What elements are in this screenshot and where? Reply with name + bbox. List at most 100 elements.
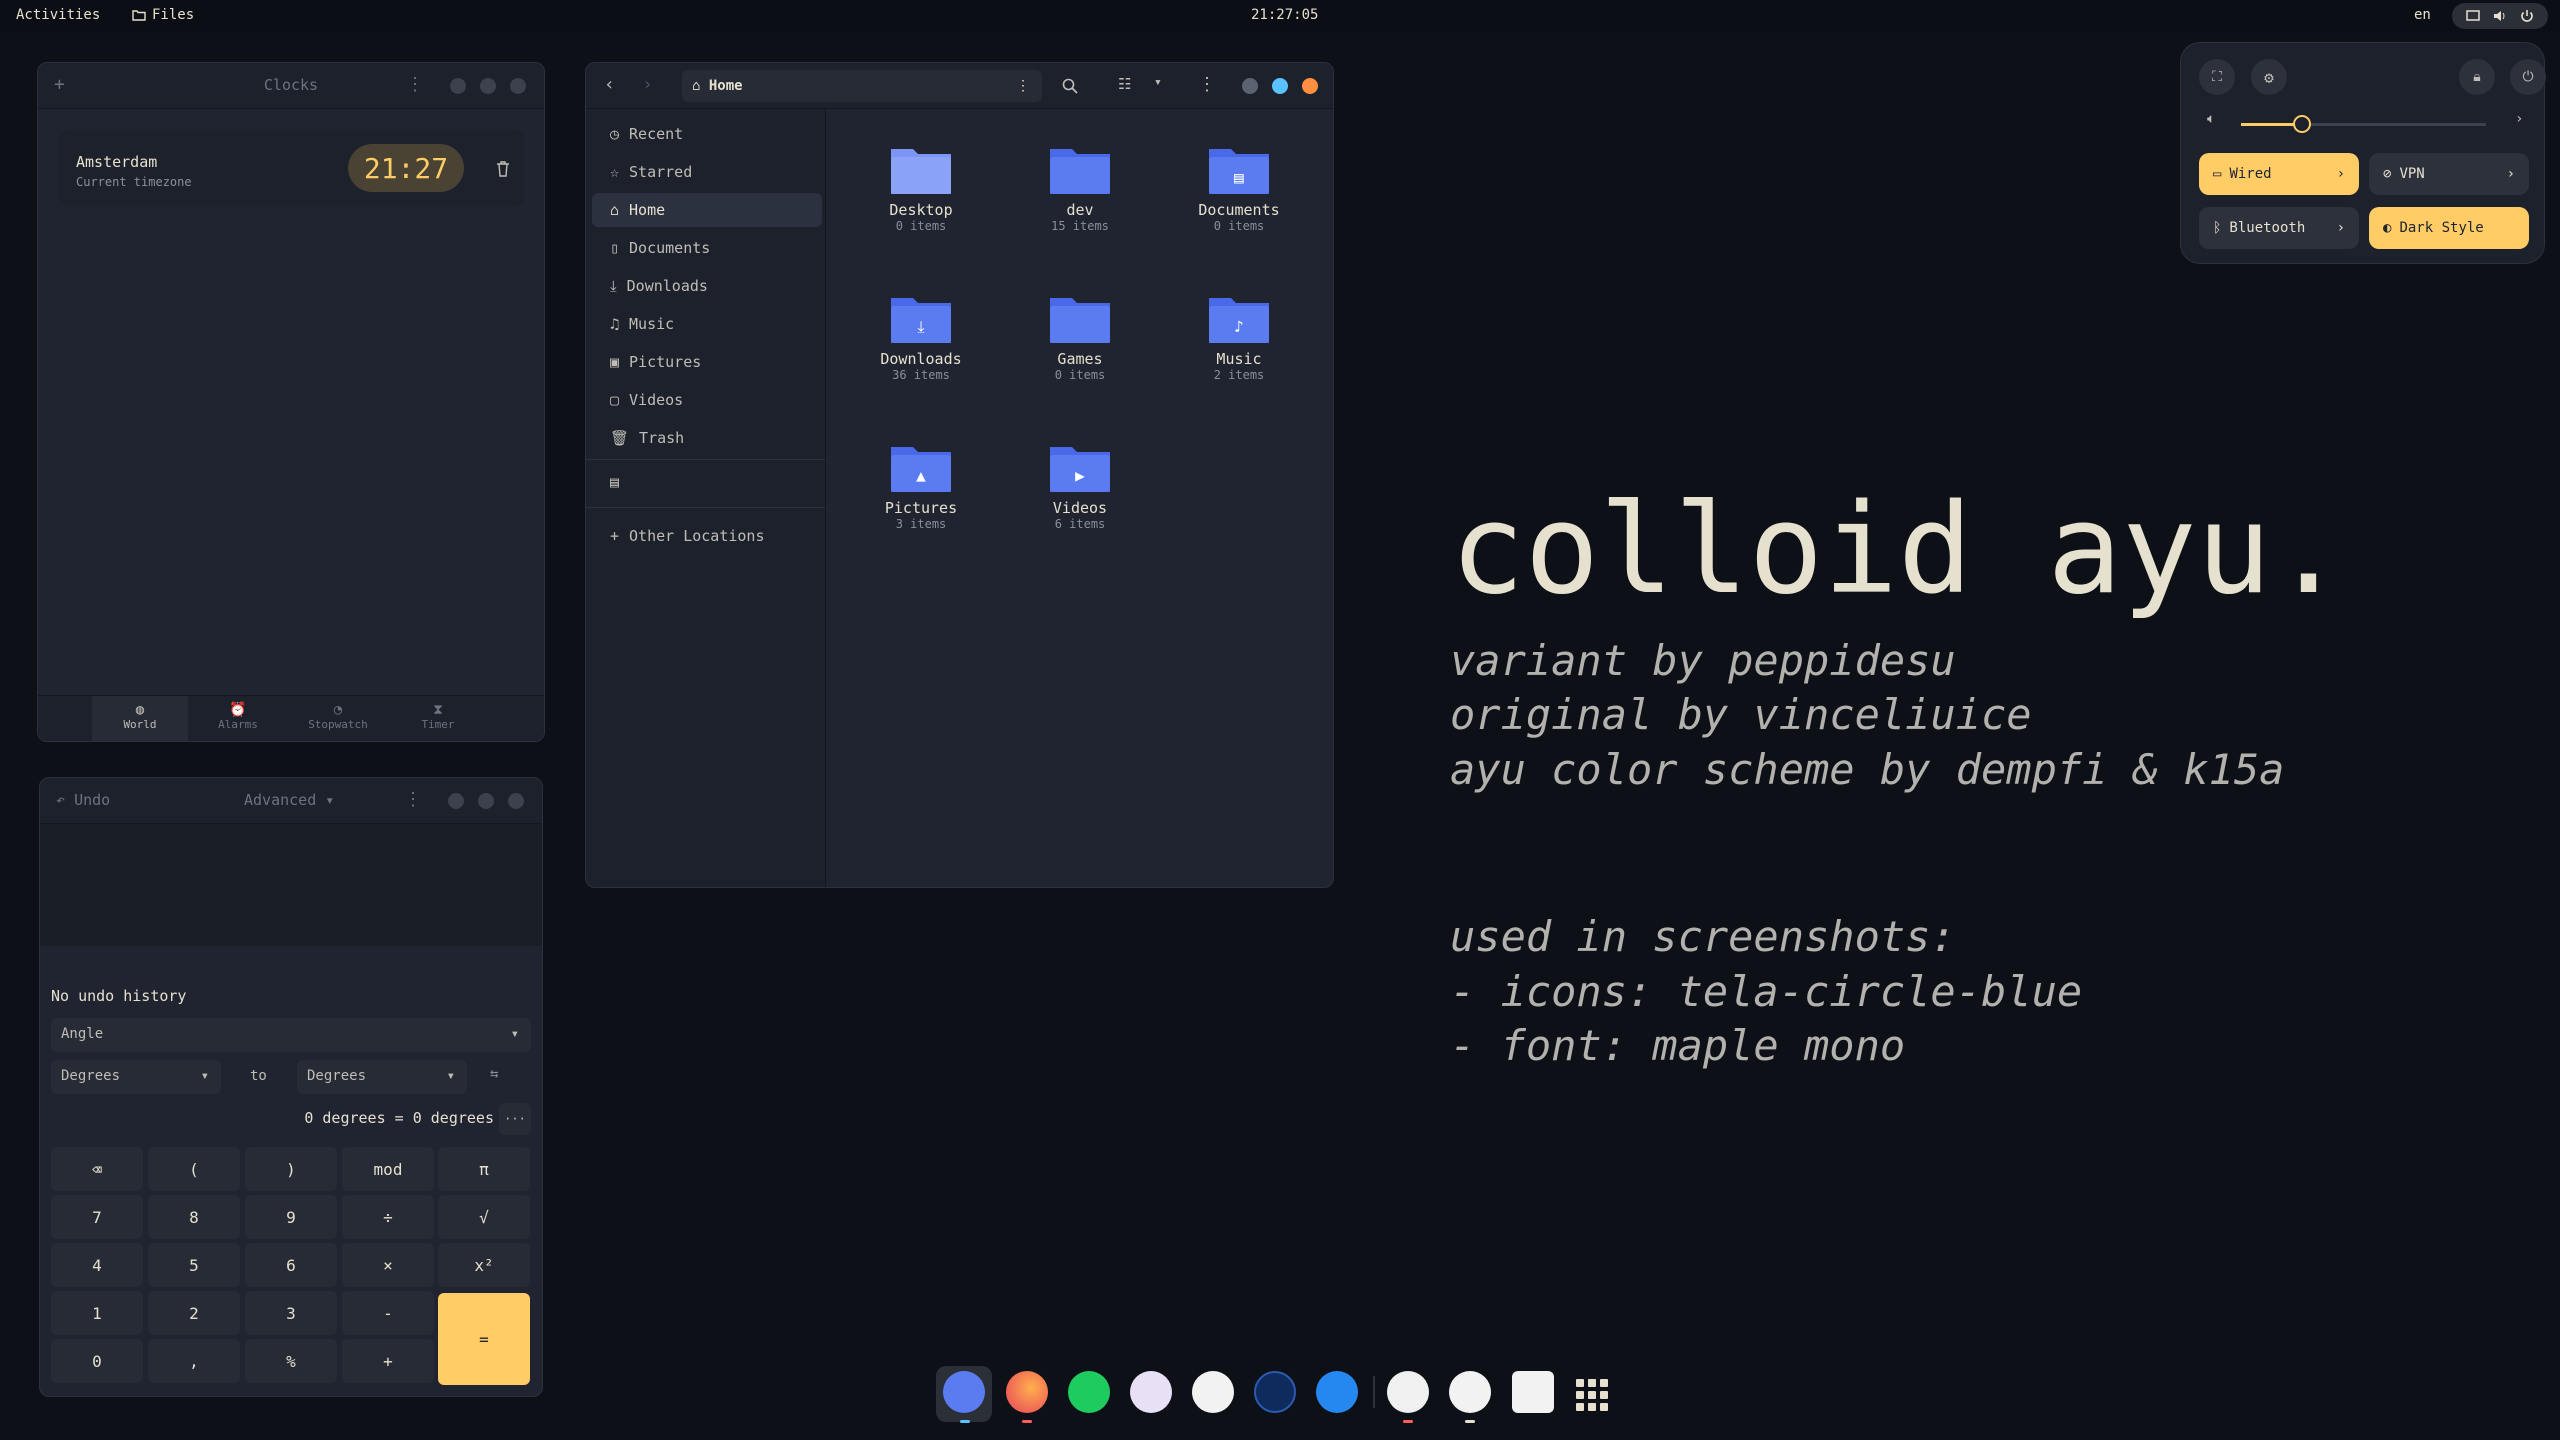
- dark-style-toggle[interactable]: ◐ Dark Style: [2369, 207, 2529, 249]
- swap-icon[interactable]: ⇆: [490, 1066, 498, 1082]
- sidebar-item-pictures[interactable]: ▣ Pictures: [592, 345, 822, 379]
- spotify-dock-icon[interactable]: [1068, 1371, 1110, 1413]
- sidebar-item-documents[interactable]: ▯ Documents: [592, 231, 822, 265]
- minimize-button[interactable]: [448, 793, 464, 809]
- sidebar-item-trash[interactable]: 🗑︎ Trash: [592, 421, 822, 455]
- to-unit-select[interactable]: Degrees ▾: [297, 1060, 467, 1094]
- system-menu[interactable]: [2452, 3, 2548, 29]
- forward-icon[interactable]: ›: [642, 74, 653, 95]
- keyboard-layout[interactable]: en: [2414, 7, 2431, 23]
- six-key[interactable]: 6: [245, 1243, 337, 1287]
- path-bar[interactable]: ⌂ Home ⋮: [682, 70, 1042, 102]
- firefox-dock-icon[interactable]: [1006, 1371, 1048, 1413]
- clock[interactable]: 21:27:05: [1251, 7, 1318, 23]
- menu-icon[interactable]: ⋮: [404, 789, 422, 810]
- tab-timer[interactable]: ⧗ Timer: [398, 696, 478, 731]
- sidebar-item-starred[interactable]: ☆ Starred: [592, 155, 822, 189]
- equals-button[interactable]: =: [438, 1293, 530, 1385]
- menu-icon[interactable]: ⋮: [1198, 74, 1216, 95]
- category-select[interactable]: Angle ▾: [51, 1018, 531, 1052]
- plus-key[interactable]: +: [342, 1339, 434, 1383]
- close-button[interactable]: [510, 78, 526, 94]
- divide-key[interactable]: ÷: [342, 1195, 434, 1239]
- sidebar-item-home[interactable]: ⌂ Home: [592, 193, 822, 227]
- folder-item[interactable]: ▶ Videos 6 items: [1010, 441, 1150, 531]
- volume-knob[interactable]: [2293, 115, 2312, 133]
- files-dock-icon[interactable]: [943, 1371, 985, 1413]
- mode-dropdown[interactable]: Advanced ▾: [244, 791, 334, 809]
- path-menu-icon[interactable]: ⋮: [1016, 78, 1030, 94]
- trash-dock-icon[interactable]: [1512, 1371, 1554, 1413]
- menu-icon[interactable]: ⋮: [406, 74, 424, 95]
- app-dock-icon[interactable]: [1192, 1371, 1234, 1413]
- wired-toggle[interactable]: ▭ Wired ›: [2199, 153, 2359, 195]
- sidebar-item-videos[interactable]: ▢ Videos: [592, 383, 822, 417]
- vpn-toggle[interactable]: ⊘ VPN ›: [2369, 153, 2529, 195]
- minimize-button[interactable]: [1242, 78, 1258, 94]
- folder-item[interactable]: Desktop 0 items: [851, 143, 991, 233]
- folder-item[interactable]: dev 15 items: [1010, 143, 1150, 233]
- multiply-key[interactable]: ×: [342, 1243, 434, 1287]
- zero-key[interactable]: 0: [51, 1339, 143, 1383]
- maximize-button[interactable]: [1272, 78, 1288, 94]
- lock-button[interactable]: 🔒︎: [2459, 59, 2495, 95]
- sqrt-key[interactable]: √: [438, 1195, 530, 1239]
- close-paren-key[interactable]: ): [245, 1147, 337, 1191]
- folder-item[interactable]: ▤ Documents 0 items: [1169, 143, 1309, 233]
- app-menu[interactable]: Files: [132, 7, 194, 23]
- settings-button[interactable]: ⚙: [2251, 59, 2287, 95]
- pi-key[interactable]: π: [438, 1147, 530, 1191]
- nine-key[interactable]: 9: [245, 1195, 337, 1239]
- backspace-key[interactable]: ⌫: [51, 1147, 143, 1191]
- app-dock-icon[interactable]: [1130, 1371, 1172, 1413]
- delete-icon[interactable]: [496, 161, 510, 177]
- chevron-right-icon[interactable]: ›: [2507, 166, 2515, 182]
- settings-dock-icon[interactable]: [1316, 1371, 1358, 1413]
- folder-item[interactable]: ♪ Music 2 items: [1169, 292, 1309, 382]
- activities-button[interactable]: Activities: [16, 7, 100, 23]
- undo-button[interactable]: ↶ Undo: [56, 791, 110, 809]
- clock-row[interactable]: Amsterdam Current timezone 21:27: [58, 129, 524, 207]
- maximize-button[interactable]: [480, 78, 496, 94]
- mod-key[interactable]: mod: [342, 1147, 434, 1191]
- chevron-right-icon[interactable]: ›: [2515, 111, 2523, 127]
- search-icon[interactable]: [1062, 78, 1078, 94]
- comma-key[interactable]: ,: [148, 1339, 240, 1383]
- view-options-icon[interactable]: ▾: [1154, 75, 1162, 90]
- chevron-right-icon[interactable]: ›: [2337, 166, 2345, 182]
- clocks-dock-icon[interactable]: [1449, 1371, 1491, 1413]
- sidebar-item-downloads[interactable]: ⤓ Downloads: [592, 269, 822, 303]
- app-grid-icon[interactable]: [1576, 1379, 1608, 1411]
- close-button[interactable]: [508, 793, 524, 809]
- close-button[interactable]: [1302, 78, 1318, 94]
- minimize-button[interactable]: [450, 78, 466, 94]
- eight-key[interactable]: 8: [148, 1195, 240, 1239]
- open-paren-key[interactable]: (: [148, 1147, 240, 1191]
- drive-icon[interactable]: ▤: [610, 473, 619, 491]
- percent-key[interactable]: %: [245, 1339, 337, 1383]
- view-list-icon[interactable]: ☷: [1118, 75, 1131, 93]
- folder-item[interactable]: ▲ Pictures 3 items: [851, 441, 991, 531]
- three-key[interactable]: 3: [245, 1291, 337, 1335]
- tab-world[interactable]: ◍ World: [92, 696, 188, 741]
- calculator-dock-icon[interactable]: [1387, 1371, 1429, 1413]
- sidebar-item-recent[interactable]: ◷ Recent: [592, 117, 822, 151]
- tab-stopwatch[interactable]: ◔ Stopwatch: [298, 696, 378, 731]
- two-key[interactable]: 2: [148, 1291, 240, 1335]
- minus-key[interactable]: -: [342, 1291, 434, 1335]
- volume-slider[interactable]: [2241, 115, 2486, 133]
- screenshot-button[interactable]: ⛶: [2199, 59, 2235, 95]
- chevron-right-icon[interactable]: ›: [2337, 220, 2345, 236]
- folder-item[interactable]: Games 0 items: [1010, 292, 1150, 382]
- tab-alarms[interactable]: ⏰ Alarms: [198, 696, 278, 731]
- from-unit-select[interactable]: Degrees ▾: [51, 1060, 221, 1094]
- one-key[interactable]: 1: [51, 1291, 143, 1335]
- four-key[interactable]: 4: [51, 1243, 143, 1287]
- maximize-button[interactable]: [478, 793, 494, 809]
- more-button[interactable]: ···: [499, 1103, 531, 1135]
- power-button[interactable]: ⏻: [2510, 59, 2546, 95]
- sidebar-item-music[interactable]: ♫ Music: [592, 307, 822, 341]
- back-icon[interactable]: ‹: [604, 74, 615, 95]
- bluetooth-toggle[interactable]: ᛒ Bluetooth ›: [2199, 207, 2359, 249]
- square-key[interactable]: x²: [438, 1243, 530, 1287]
